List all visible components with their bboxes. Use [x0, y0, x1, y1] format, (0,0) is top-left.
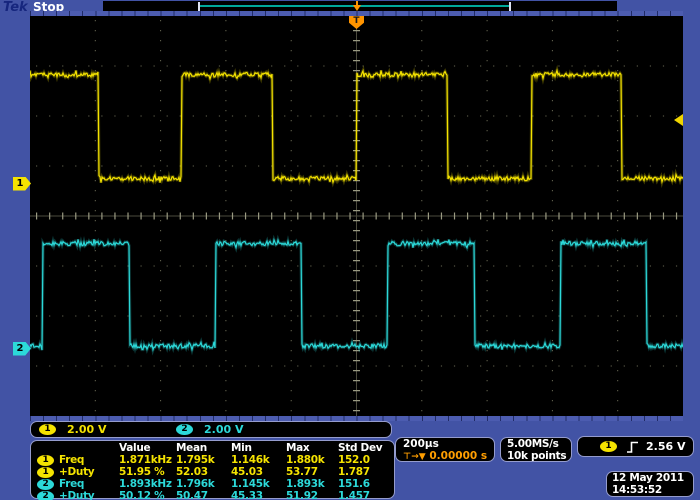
ch1-marker: 1 — [13, 177, 31, 191]
time-readout: 14:53:52 — [612, 484, 662, 496]
ch2-scale-readout: 2.00 V — [204, 423, 243, 436]
graticule: T 1 2 — [30, 16, 683, 416]
sample-rate-readout: 5.00MS/s — [507, 438, 559, 450]
datetime-box: 12 May 2011 14:53:52 — [606, 471, 694, 497]
col-header-value: Value — [119, 442, 150, 454]
acquisition-settings-box[interactable]: 5.00MS/s 10k points — [500, 437, 572, 462]
trigger-settings-box[interactable]: 1 2.56 V — [577, 436, 694, 457]
col-header-min: Min — [231, 442, 252, 454]
table-row: 1 +Duty 51.95 % 52.03 45.03 53.77 1.787 — [31, 466, 394, 478]
table-row: 1 Freq 1.871kHz 1.795k 1.146k 1.880k 152… — [31, 454, 394, 466]
ch2-badge[interactable]: 2 — [176, 424, 193, 435]
col-header-stddev: Std Dev — [338, 442, 382, 454]
trigger-position-icon: ⊤→▼ — [403, 452, 426, 462]
col-header-mean: Mean — [176, 442, 207, 454]
measurements-table: Value Mean Min Max Std Dev 1 Freq 1.871k… — [30, 440, 395, 499]
timebase-readout: 200µs — [403, 438, 439, 450]
record-window-right-bracket — [509, 2, 511, 11]
record-length-readout: 10k points — [507, 450, 566, 462]
trigger-flag-label: T — [353, 16, 359, 26]
ch2-badge: 2 — [37, 479, 54, 490]
horizontal-delay-readout: 0.00000 s — [429, 450, 487, 462]
channel-scale-readouts[interactable]: 1 2.00 V 2 2.00 V — [30, 421, 392, 438]
measurements-header-row: Value Mean Min Max Std Dev — [31, 442, 394, 454]
rising-edge-icon — [626, 440, 639, 454]
oscilloscope-screen: Tek Stop T 1 2 1 2.00 V 2 2.00 V — [0, 0, 700, 500]
ch1-scale-readout: 2.00 V — [67, 423, 106, 436]
waveform-plot — [30, 16, 683, 416]
ch1-badge: 1 — [37, 467, 54, 478]
table-row: 2 +Duty 50.12 % 50.47 45.33 51.92 1.457 — [31, 490, 394, 500]
ch1-badge[interactable]: 1 — [39, 424, 56, 435]
date-readout: 12 May 2011 — [612, 472, 684, 484]
col-header-max: Max — [286, 442, 309, 454]
trigger-level-marker — [674, 114, 683, 126]
trigger-source-badge: 1 — [600, 441, 617, 452]
ch1-badge: 1 — [37, 455, 54, 466]
table-row: 2 Freq 1.893kHz 1.796k 1.145k 1.893k 151… — [31, 478, 394, 490]
record-window-left-bracket — [198, 2, 200, 11]
ch2-badge: 2 — [37, 491, 54, 500]
horizontal-settings-box[interactable]: 200µs ⊤→▼ 0.00000 s — [395, 437, 495, 462]
tek-logo: Tek — [3, 0, 28, 15]
trigger-level-readout: 2.56 V — [646, 440, 685, 453]
ch2-marker: 2 — [13, 342, 31, 356]
